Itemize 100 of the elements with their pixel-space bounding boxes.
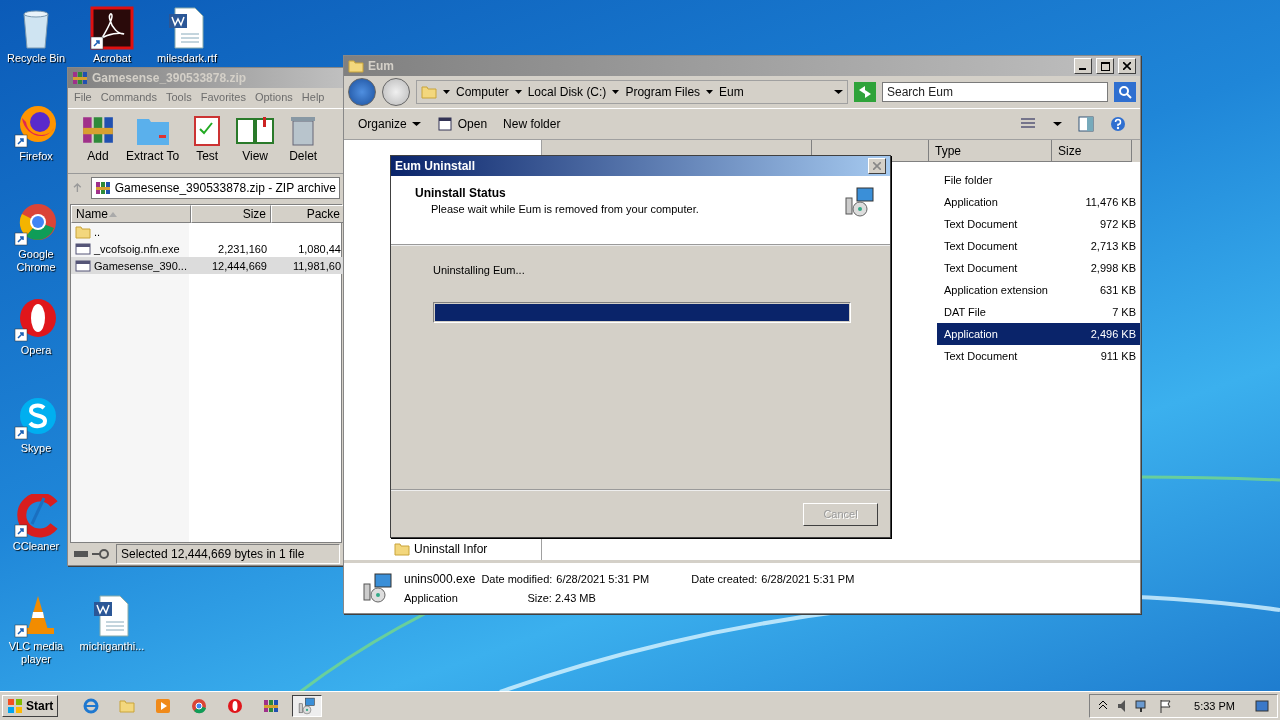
toolbar-button[interactable]: Delet	[283, 113, 324, 169]
close-button[interactable]	[1118, 58, 1136, 74]
search-field[interactable]: Search Eum	[882, 82, 1108, 102]
nav-item[interactable]: Uninstall Infor	[394, 540, 541, 558]
size-cell-text: 911 KB	[1099, 350, 1137, 362]
column-header[interactable]: Size	[1052, 140, 1132, 162]
close-icon	[1123, 62, 1131, 70]
file-name: _vcofsoig.nfn.exe	[94, 242, 180, 255]
type-cell-text: DAT File	[943, 306, 987, 318]
breadcrumb[interactable]: Computer	[456, 85, 509, 99]
dialog-subheading: Please wait while Eum is removed from your computer.	[430, 203, 699, 215]
start-button[interactable]: Start	[2, 695, 59, 717]
status-text: Selected 12,444,669 bytes in 1 file	[116, 544, 340, 564]
breadcrumb[interactable]: Local Disk (C:)	[527, 85, 607, 99]
installer-icon	[298, 697, 317, 715]
archive-icon	[94, 180, 111, 196]
file-row[interactable]: Application 2,496 KB	[937, 323, 1140, 345]
close-button[interactable]	[868, 158, 886, 174]
field-label: Date created:	[691, 573, 758, 585]
file-name: unins000.exe	[404, 572, 476, 586]
caret-icon	[706, 89, 714, 95]
toolbar-button[interactable]: View	[235, 113, 276, 169]
menu-item[interactable]: Options	[254, 91, 293, 105]
toolbar-button[interactable]: Extract To	[126, 113, 180, 169]
field-label: Date modified:	[481, 573, 553, 585]
caret-icon	[1053, 121, 1062, 127]
file-name: Gamesense_390...	[94, 259, 187, 272]
refresh-icon	[854, 82, 876, 102]
desktop-icon[interactable]: CCleaner	[4, 494, 68, 553]
menu-item[interactable]: Commands	[100, 91, 157, 105]
opera-icon	[227, 698, 244, 714]
minimize-button[interactable]	[1074, 58, 1092, 74]
desktop-icon[interactable]: Recycle Bin	[4, 6, 68, 65]
help-icon	[1110, 116, 1126, 132]
file-row[interactable]: Text Document 911 KB	[937, 345, 1140, 367]
file-row[interactable]: DAT File 7 KB	[937, 301, 1140, 323]
file-row[interactable]: Text Document 2,998 KB	[937, 257, 1140, 279]
sort-arrow-icon	[108, 210, 118, 218]
browser-e-icon	[83, 698, 100, 714]
document-icon	[167, 6, 207, 50]
breadcrumb[interactable]: Program Files	[625, 85, 701, 99]
type-cell-text: Text Document	[943, 262, 1019, 274]
maximize-button[interactable]	[1096, 58, 1114, 74]
desktop-icon[interactable]: Opera	[4, 298, 68, 357]
toolbar-button[interactable]: Add	[78, 113, 118, 169]
file-row[interactable]: Text Document 2,713 KB	[937, 235, 1140, 257]
file-name: ..	[94, 225, 101, 238]
toolbar-button[interactable]: New folder	[503, 117, 561, 131]
folder-icon	[348, 58, 364, 74]
file-type: Application	[404, 592, 459, 604]
file-row[interactable]: Gamesense_390... 12,444,669 11,981,60	[71, 257, 344, 274]
file-row[interactable]: ..	[71, 223, 191, 240]
window-icon	[436, 116, 453, 132]
table-cell-text: 12,444,669	[210, 259, 268, 272]
drive-key-icon	[72, 548, 112, 560]
play-icon	[155, 698, 172, 714]
breadcrumb[interactable]: Eum	[719, 85, 744, 99]
clipboard-check-icon	[192, 113, 223, 147]
menu-item[interactable]: Tools	[166, 91, 192, 105]
size-cell-text: 2,496 KB	[1089, 328, 1137, 340]
table-cell-text: 1,080,44	[297, 242, 342, 255]
file-row[interactable]: File folder	[937, 169, 1140, 191]
desktop-icon[interactable]: Firefox	[4, 104, 68, 163]
caret-icon	[834, 89, 843, 95]
installer-icon	[362, 572, 394, 604]
address-field[interactable]: Gamesense_390533878.zip - ZIP archive	[90, 177, 340, 199]
caret-icon	[612, 89, 620, 95]
size-cell-text: 7 KB	[1111, 306, 1137, 318]
size-cell-text: 972 KB	[1098, 218, 1137, 230]
archive-icon	[263, 698, 280, 714]
table-cell-text: 11,981,60	[291, 259, 342, 272]
file-row[interactable]: Application 11,476 KB	[937, 191, 1140, 213]
close-icon	[873, 162, 881, 170]
folder-icon	[75, 223, 91, 240]
column-header[interactable]: Type	[929, 140, 1052, 162]
toolbar-button[interactable]: Test	[187, 113, 228, 169]
address-bar[interactable]: Computer Local Disk (C:) Program Files Eum	[416, 80, 848, 104]
window-title: Eum	[368, 59, 395, 73]
column-header[interactable]: Name	[71, 205, 191, 223]
desktop-icon[interactable]: Skype	[4, 396, 68, 455]
search-icon	[1114, 82, 1136, 102]
desktop-icon[interactable]: Google Chrome	[4, 202, 68, 274]
file-row[interactable]: Text Document 972 KB	[937, 213, 1140, 235]
back-button[interactable]	[348, 78, 376, 106]
size-cell-text: 2,713 KB	[1089, 240, 1137, 252]
file-row[interactable]: _vcofsoig.nfn.exe 2,231,160 1,080,44	[71, 240, 344, 257]
pdf-app-icon	[90, 6, 134, 50]
taskbar-button[interactable]	[292, 695, 323, 717]
type-cell-text: Text Document	[943, 240, 1019, 252]
skype-icon	[14, 396, 58, 440]
toolbar-button[interactable]: Organize	[358, 117, 421, 131]
toolbar-button[interactable]: Open	[436, 116, 488, 132]
desktop-icon[interactable]: Acrobat	[80, 6, 144, 65]
column-header[interactable]: Size	[191, 205, 271, 223]
forward-button[interactable]	[382, 78, 410, 106]
menu-item[interactable]: Favorites	[200, 91, 246, 105]
file-row[interactable]: Application extension 631 KB	[937, 279, 1140, 301]
column-header[interactable]: Packe	[271, 205, 344, 223]
field-value: 6/28/2021 5:31 PM	[761, 573, 855, 585]
desktop-icon[interactable]: milesdark.rtf	[155, 6, 219, 65]
